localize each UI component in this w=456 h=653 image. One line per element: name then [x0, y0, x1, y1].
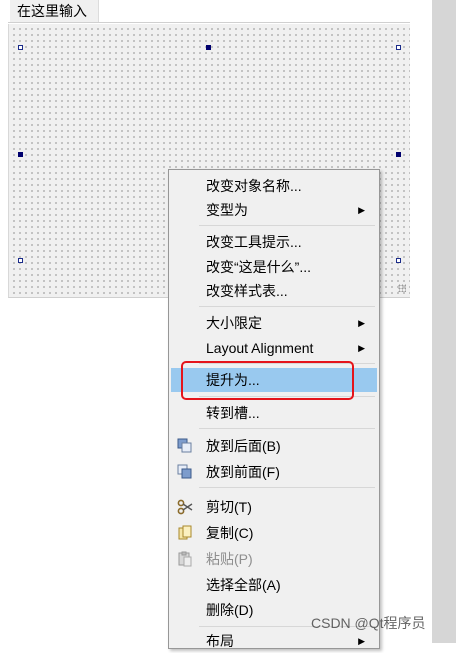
menu-item-change-tooltip[interactable]: 改变工具提示...: [171, 230, 377, 254]
resize-handle-right[interactable]: [396, 152, 401, 157]
menu-item-morph-into[interactable]: 变型为 ▶: [171, 198, 377, 222]
resize-handle-top[interactable]: [206, 45, 211, 50]
menu-item-send-to-back[interactable]: 放到后面(B): [171, 434, 377, 458]
menu-item-change-stylesheet[interactable]: 改变样式表...: [171, 279, 377, 303]
bring-to-front-icon: [177, 464, 192, 479]
menu-item-cut[interactable]: 剪切(T): [171, 495, 377, 519]
vertical-scrollbar[interactable]: [432, 0, 456, 643]
menu-item-change-object-name[interactable]: 改变对象名称...: [171, 174, 377, 198]
resize-handle-bottom-right[interactable]: [396, 258, 401, 263]
menu-separator: [199, 306, 375, 307]
menu-item-bring-to-front[interactable]: 放到前面(F): [171, 460, 377, 484]
context-menu: 改变对象名称... 变型为 ▶ 改变工具提示... 改变“这是什么”... 改变样…: [168, 169, 380, 649]
menu-separator: [199, 225, 375, 226]
menu-item-label: 选择全部(A): [206, 577, 281, 593]
menu-item-label: 改变“这是什么”...: [206, 259, 311, 275]
menu-item-change-whats-this[interactable]: 改变“这是什么”...: [171, 255, 377, 279]
menu-item-layout-alignment[interactable]: Layout Alignment ▶: [171, 336, 377, 360]
submenu-arrow-icon: ▶: [358, 318, 365, 328]
menu-item-label: 放到前面(F): [206, 464, 280, 480]
menu-item-label: Layout Alignment: [206, 340, 314, 356]
menu-item-label: 剪切(T): [206, 499, 252, 515]
annotation-highlight-box: [181, 361, 354, 400]
submenu-arrow-icon: ▶: [358, 205, 365, 215]
menu-item-label: 变型为: [206, 202, 248, 218]
menu-item-label: 转到槽...: [206, 405, 260, 421]
menubar-divider: [8, 22, 410, 23]
size-grip-icon[interactable]: [398, 284, 406, 292]
menu-item-label: 粘贴(P): [206, 551, 253, 567]
submenu-arrow-icon: ▶: [358, 343, 365, 353]
scissors-icon: [177, 499, 193, 515]
menu-item-label: 改变对象名称...: [206, 178, 302, 194]
menu-item-label: 改变工具提示...: [206, 234, 302, 250]
resize-handle-bottom-left[interactable]: [18, 258, 23, 263]
resize-handle-top-left[interactable]: [18, 45, 23, 50]
menu-item-select-all[interactable]: 选择全部(A): [171, 573, 377, 597]
menu-item-paste: 粘贴(P): [171, 547, 377, 571]
resize-handle-left[interactable]: [18, 152, 23, 157]
menu-item-label: 布局: [206, 633, 234, 649]
menu-item-label: 大小限定: [206, 315, 262, 331]
menubar-type-here-placeholder[interactable]: 在这里输入: [10, 0, 99, 22]
send-to-back-icon: [177, 438, 192, 453]
menu-item-go-to-slot[interactable]: 转到槽...: [171, 401, 377, 425]
menu-separator: [199, 428, 375, 429]
copy-icon: [178, 525, 192, 540]
paste-icon: [178, 551, 192, 567]
menu-item-label: 复制(C): [206, 525, 254, 541]
menu-item-label: 改变样式表...: [206, 283, 288, 299]
menu-item-size-constraints[interactable]: 大小限定 ▶: [171, 311, 377, 335]
menu-item-label: 删除(D): [206, 602, 254, 618]
resize-handle-top-right[interactable]: [396, 45, 401, 50]
watermark: CSDN @Qt程序员: [311, 615, 426, 631]
menu-item-label: 放到后面(B): [206, 438, 281, 454]
menu-separator: [199, 487, 375, 488]
menu-item-copy[interactable]: 复制(C): [171, 521, 377, 545]
